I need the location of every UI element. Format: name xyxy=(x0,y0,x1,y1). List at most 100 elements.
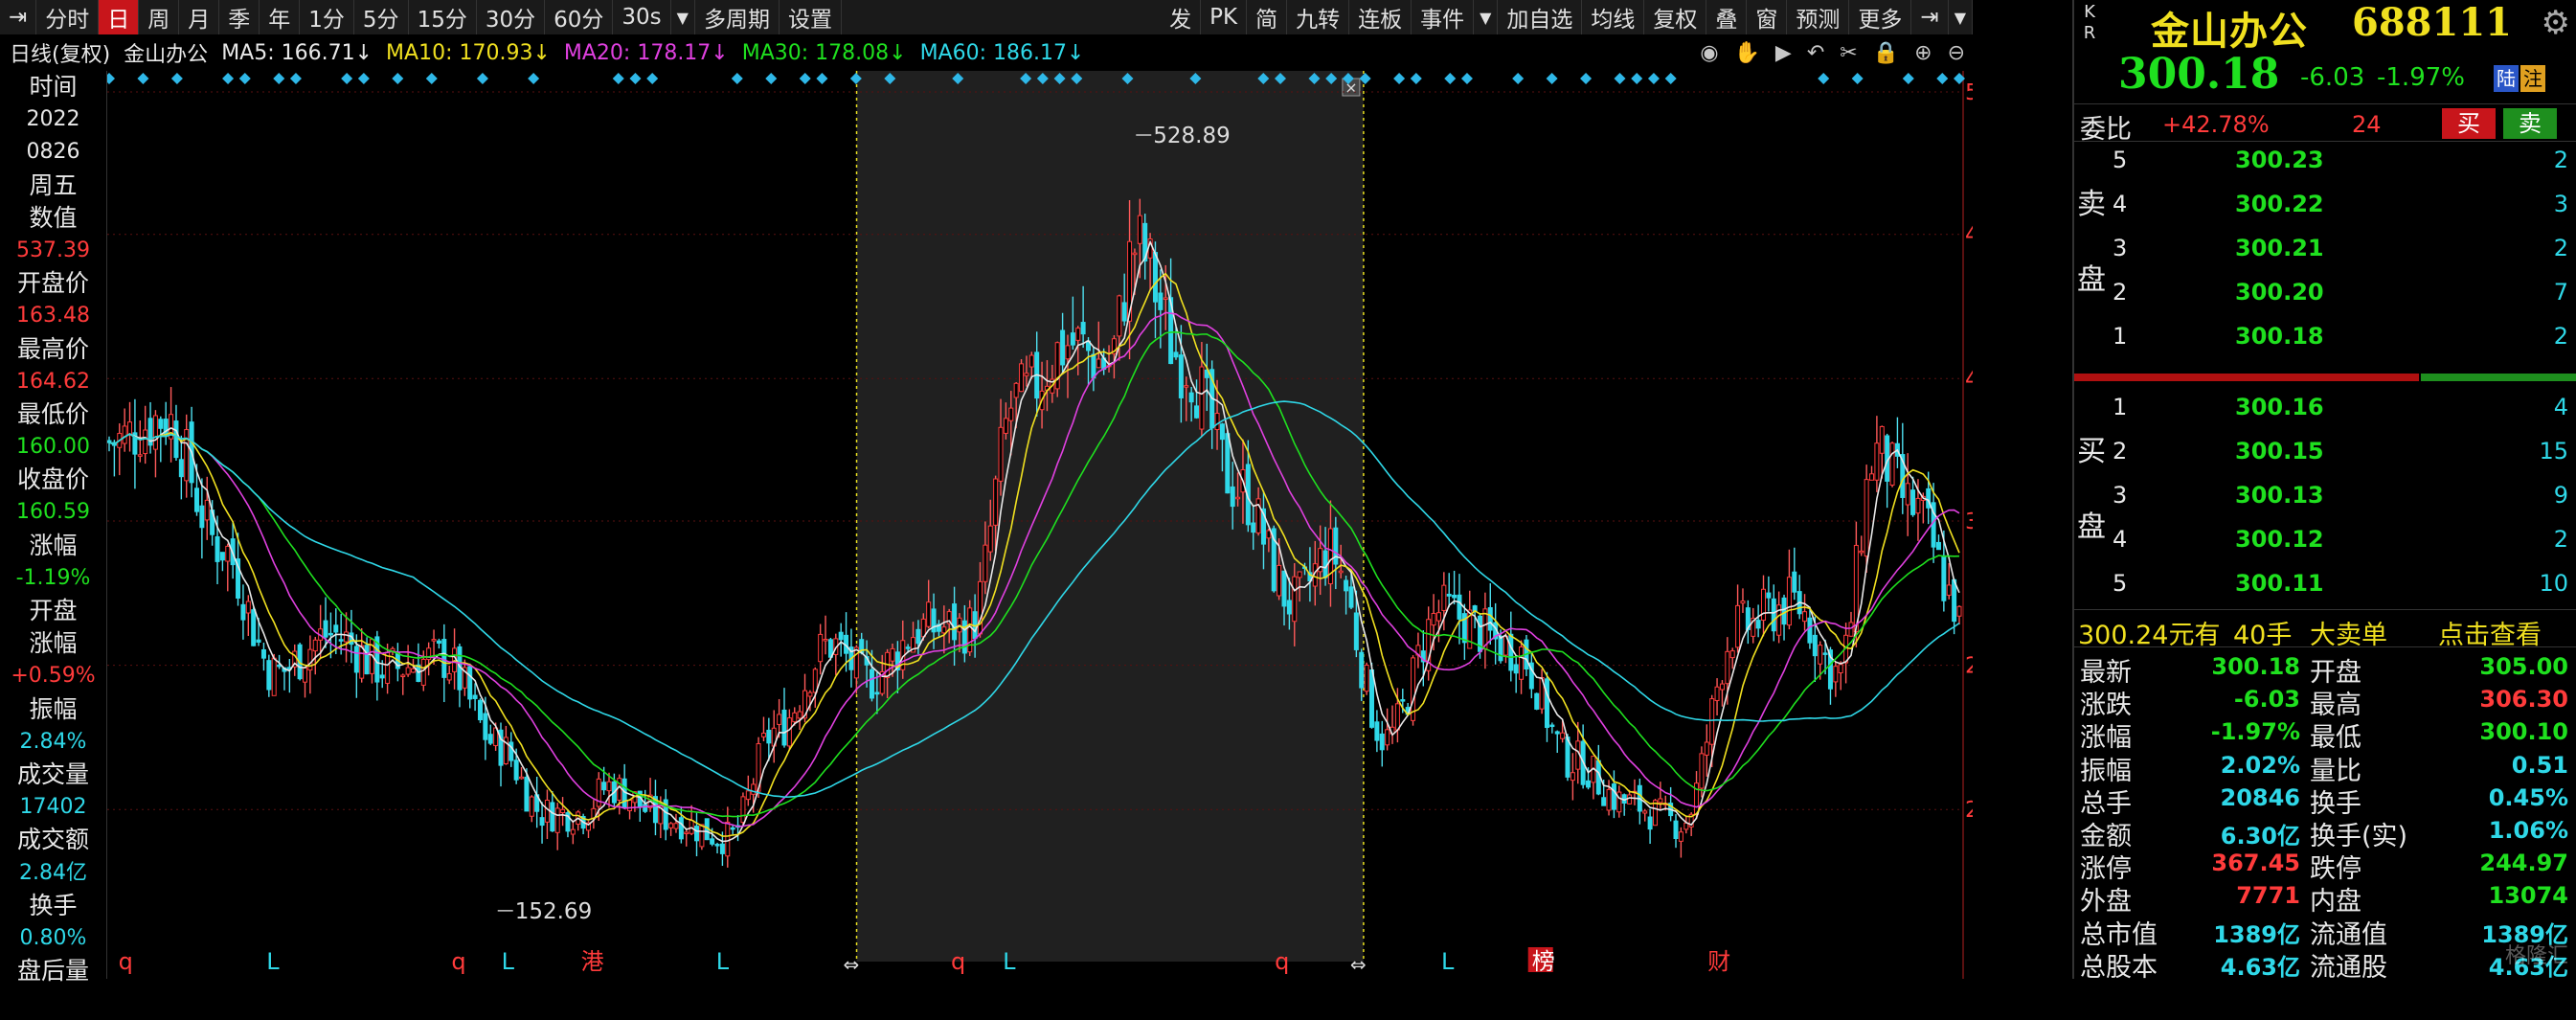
bottom-marker[interactable]: 港 xyxy=(581,948,604,975)
sell-button[interactable]: 卖 xyxy=(2503,108,2557,139)
stat-l: 总股本 xyxy=(2080,952,2158,979)
candle-body xyxy=(1158,292,1164,310)
candle-body xyxy=(1219,423,1225,441)
candle-body xyxy=(874,691,880,695)
stat-r: 流通股 xyxy=(2310,952,2387,979)
bids-row-4[interactable]: 4 300.12 2 xyxy=(2074,523,2576,555)
stock-code: 688111 xyxy=(2352,0,2512,45)
period-tab-10[interactable]: 60分 xyxy=(545,0,614,34)
tool-button-5[interactable]: 事件 xyxy=(1412,0,1475,34)
period-tab-8[interactable]: 15分 xyxy=(409,0,477,34)
range-handle-icon[interactable]: ⇔ xyxy=(844,953,860,976)
candle-body xyxy=(1194,405,1200,419)
bottom-marker[interactable]: q xyxy=(951,948,965,975)
period-tab-6[interactable]: 1分 xyxy=(300,0,354,34)
tool-button-10[interactable]: 窗 xyxy=(1747,0,1788,34)
bottom-marker[interactable]: L xyxy=(1441,948,1455,975)
bottom-marker[interactable]: q xyxy=(119,948,133,975)
bottom-marker[interactable]: 财 xyxy=(1707,948,1730,975)
tool-button-9[interactable]: 叠 xyxy=(1706,0,1748,34)
info-label-1: 数值 xyxy=(29,203,78,232)
kline-chart[interactable]: ×549.79480.71410.75341.68271.71201.75528… xyxy=(107,71,1973,979)
candle-body xyxy=(1719,683,1725,691)
candle-body xyxy=(303,667,308,683)
zoom-in-icon[interactable]: ⊕ xyxy=(1914,41,1932,65)
lock-icon[interactable]: 🔒 xyxy=(1873,41,1899,65)
candle-body xyxy=(977,580,983,635)
candle-body xyxy=(1833,666,1839,683)
asks-row-5[interactable]: 5 300.23 2 xyxy=(2074,144,2576,176)
candle-body xyxy=(766,729,772,744)
period-tab-3[interactable]: 月 xyxy=(179,0,220,34)
bar-info-panel: 时间 2022 0826 周五 数值 537.39 开盘价 163.48 最高价 164.62 最低… xyxy=(0,71,107,985)
period-tab-1[interactable]: 日 xyxy=(99,0,140,34)
info-label-9: 成交量 xyxy=(16,759,89,788)
buy-button[interactable]: 买 xyxy=(2442,108,2496,139)
stat-r: 最高 xyxy=(2310,691,2361,721)
big-order-link[interactable]: 点击查看 xyxy=(2438,614,2542,651)
candle-body xyxy=(920,618,926,638)
period-tab-7[interactable]: 5分 xyxy=(354,0,409,34)
expand-icon[interactable]: ⇥ xyxy=(1911,0,1949,34)
candle-body xyxy=(1199,366,1205,430)
asks-price: 300.23 xyxy=(2235,147,2324,173)
tool-button-8[interactable]: 复权 xyxy=(1644,0,1707,34)
candle-body xyxy=(905,646,911,649)
chevron-down-icon[interactable]: ▼ xyxy=(1949,0,1973,34)
selected-range[interactable] xyxy=(856,71,1364,962)
candle-body xyxy=(1225,433,1231,494)
undo-icon[interactable]: ↶ xyxy=(1807,41,1824,65)
bids-row-5[interactable]: 5 300.11 10 xyxy=(2074,567,2576,600)
tool-button-6[interactable]: 加自选 xyxy=(1498,0,1583,34)
bids-row-2[interactable]: 2 300.15 15 xyxy=(2074,435,2576,467)
bids-row-1[interactable]: 1 300.16 4 xyxy=(2074,391,2576,423)
zoom-out-icon[interactable]: ⊖ xyxy=(1948,41,1965,65)
period-tab-2[interactable]: 周 xyxy=(139,0,180,34)
range-handle-icon[interactable]: ⇔ xyxy=(1350,953,1367,976)
eye-icon[interactable]: ◉ xyxy=(1700,41,1718,65)
period-tab-5[interactable]: 年 xyxy=(260,0,301,34)
pin-icon[interactable]: ⇥ xyxy=(0,0,37,34)
period-dropdown-icon[interactable]: ▼ xyxy=(671,0,695,34)
event-dropdown-icon[interactable]: ▼ xyxy=(1474,0,1499,34)
bottom-marker[interactable]: L xyxy=(716,948,730,975)
tool-button-4[interactable]: 连板 xyxy=(1349,0,1412,34)
tool-button-1[interactable]: PK xyxy=(1201,0,1248,34)
bottom-marker[interactable]: q xyxy=(451,948,465,975)
bottom-marker[interactable]: L xyxy=(502,948,515,975)
tool-button-0[interactable]: 发 xyxy=(1161,0,1202,34)
candle-body xyxy=(1394,703,1400,731)
tool-button-11[interactable]: 预测 xyxy=(1787,0,1850,34)
tool-button-3[interactable]: 九转 xyxy=(1287,0,1350,34)
bids-row-3[interactable]: 3 300.13 9 xyxy=(2074,479,2576,511)
bottom-marker[interactable]: L xyxy=(266,948,280,975)
asks-row-3[interactable]: 3 300.21 2 xyxy=(2074,232,2576,264)
period-tab-4[interactable]: 季 xyxy=(219,0,260,34)
period-tab-0[interactable]: 分时 xyxy=(36,0,100,34)
tool-button-12[interactable]: 更多 xyxy=(1849,0,1912,34)
gear-icon[interactable]: ⚙ xyxy=(2542,4,2570,42)
candle-body xyxy=(1019,363,1025,393)
hand-icon[interactable]: ✋ xyxy=(1734,41,1760,65)
tool-button-7[interactable]: 均线 xyxy=(1582,0,1645,34)
bottom-marker[interactable]: q xyxy=(1275,948,1289,975)
candle-body xyxy=(1889,442,1895,486)
play-icon[interactable]: ▶ xyxy=(1775,41,1792,65)
scissors-icon[interactable]: ✂ xyxy=(1840,41,1857,65)
asks-row-4[interactable]: 4 300.22 3 xyxy=(2074,188,2576,220)
candle-body xyxy=(1781,597,1787,625)
asks-row-2[interactable]: 2 300.20 7 xyxy=(2074,276,2576,308)
period-tab-13[interactable]: 设置 xyxy=(780,0,842,34)
stat-row: 总手 20846 换手 0.45% xyxy=(2074,782,2576,819)
period-tab-11[interactable]: 30s xyxy=(613,0,671,34)
asks-row-1[interactable]: 1 300.18 2 xyxy=(2074,320,2576,352)
stat-lv: 6.30亿 xyxy=(2220,823,2300,850)
candle-body xyxy=(137,454,143,457)
candle-body xyxy=(1214,413,1220,430)
tool-button-2[interactable]: 简 xyxy=(1247,0,1288,34)
bottom-marker[interactable]: 榜 xyxy=(1532,948,1555,975)
period-tab-9[interactable]: 30分 xyxy=(477,0,546,34)
big-order-row[interactable]: 300.24元有 40手 大卖单 点击查看 xyxy=(2074,609,2576,650)
period-tab-12[interactable]: 多周期 xyxy=(695,0,780,34)
bottom-marker[interactable]: L xyxy=(1003,948,1016,975)
